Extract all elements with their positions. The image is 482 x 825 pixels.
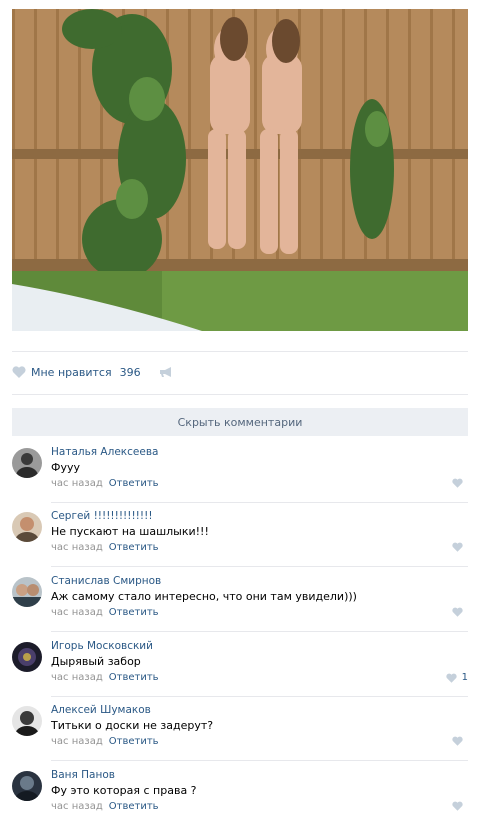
comment-author[interactable]: Станислав Смирнов <box>51 575 161 587</box>
comment-meta: час назад Ответить <box>51 736 159 747</box>
avatar[interactable] <box>12 577 42 607</box>
post-actions: Мне нравится 396 <box>12 362 173 382</box>
heart-icon <box>12 366 26 378</box>
comment-time[interactable]: час назад <box>51 801 103 812</box>
avatar[interactable] <box>12 448 42 478</box>
comment-like-count: 1 <box>461 672 468 683</box>
comment-like-button[interactable] <box>452 607 468 617</box>
comment-author[interactable]: Ваня Панов <box>51 769 115 781</box>
comment-like-button[interactable] <box>452 542 468 552</box>
heart-icon <box>452 478 463 488</box>
comment-text: Фууу <box>51 461 80 474</box>
reply-link[interactable]: Ответить <box>109 736 159 747</box>
comment-item: Ваня Панов Фу это которая с права ? час … <box>12 769 468 825</box>
comment-author[interactable]: Сергей !!!!!!!!!!!!!! <box>51 510 153 522</box>
heart-icon <box>452 607 463 617</box>
reply-link[interactable]: Ответить <box>109 801 159 812</box>
reply-link[interactable]: Ответить <box>109 607 159 618</box>
like-count: 396 <box>119 365 141 379</box>
comment-time[interactable]: час назад <box>51 478 103 489</box>
heart-icon <box>452 736 463 746</box>
comment-meta: час назад Ответить <box>51 478 159 489</box>
like-label: Мне нравится <box>31 365 112 379</box>
avatar[interactable] <box>12 642 42 672</box>
comment-item: Алексей Шумаков Титьки о доски не задеру… <box>12 704 468 768</box>
comment-time[interactable]: час назад <box>51 736 103 747</box>
comment-text: Не пускают на шашлыки!!! <box>51 525 209 538</box>
comment-meta: час назад Ответить <box>51 607 159 618</box>
divider <box>12 351 468 352</box>
comment-author[interactable]: Алексей Шумаков <box>51 704 151 716</box>
comment-item: Станислав Смирнов Аж самому стало интере… <box>12 575 468 639</box>
avatar[interactable] <box>12 706 42 736</box>
backyard-photo-illustration <box>12 9 468 331</box>
share-megaphone-icon[interactable] <box>159 366 173 378</box>
comment-item: Наталья Алексеева Фууу час назад Ответить <box>12 446 468 510</box>
post-photo[interactable] <box>12 9 468 331</box>
heart-icon <box>452 801 463 811</box>
comment-divider <box>51 696 468 697</box>
comment-meta: час назад Ответить <box>51 672 159 683</box>
comment-like-button[interactable] <box>452 478 468 488</box>
heart-icon <box>445 673 457 683</box>
like-button[interactable]: Мне нравится 396 <box>12 366 141 379</box>
heart-icon <box>452 542 463 552</box>
comment-like-button[interactable]: 1 <box>445 672 468 683</box>
comment-divider <box>51 502 468 503</box>
comment-item: Игорь Московский Дырявый забор час назад… <box>12 640 468 704</box>
reply-link[interactable]: Ответить <box>109 672 159 683</box>
comment-text: Дырявый забор <box>51 655 141 668</box>
avatar[interactable] <box>12 771 42 801</box>
comment-text: Аж самому стало интересно, что они там у… <box>51 590 357 603</box>
comment-divider <box>51 760 468 761</box>
comment-time[interactable]: час назад <box>51 672 103 683</box>
comment-author[interactable]: Наталья Алексеева <box>51 446 158 458</box>
comment-like-button[interactable] <box>452 801 468 811</box>
divider <box>12 394 468 395</box>
comment-time[interactable]: час назад <box>51 607 103 618</box>
comment-time[interactable]: час назад <box>51 542 103 553</box>
comment-text: Титьки о доски не задерут? <box>51 719 214 732</box>
hide-comments-button[interactable]: Скрыть комментарии <box>12 408 468 436</box>
comment-divider <box>51 566 468 567</box>
comment-meta: час назад Ответить <box>51 801 159 812</box>
avatar[interactable] <box>12 512 42 542</box>
comment-like-button[interactable] <box>452 736 468 746</box>
comment-item: Сергей !!!!!!!!!!!!!! Не пускают на шашл… <box>12 510 468 574</box>
comment-author[interactable]: Игорь Московский <box>51 640 153 652</box>
reply-link[interactable]: Ответить <box>109 542 159 553</box>
reply-link[interactable]: Ответить <box>109 478 159 489</box>
comment-meta: час назад Ответить <box>51 542 159 553</box>
comment-text: Фу это которая с права ? <box>51 784 197 797</box>
comment-divider <box>51 631 468 632</box>
